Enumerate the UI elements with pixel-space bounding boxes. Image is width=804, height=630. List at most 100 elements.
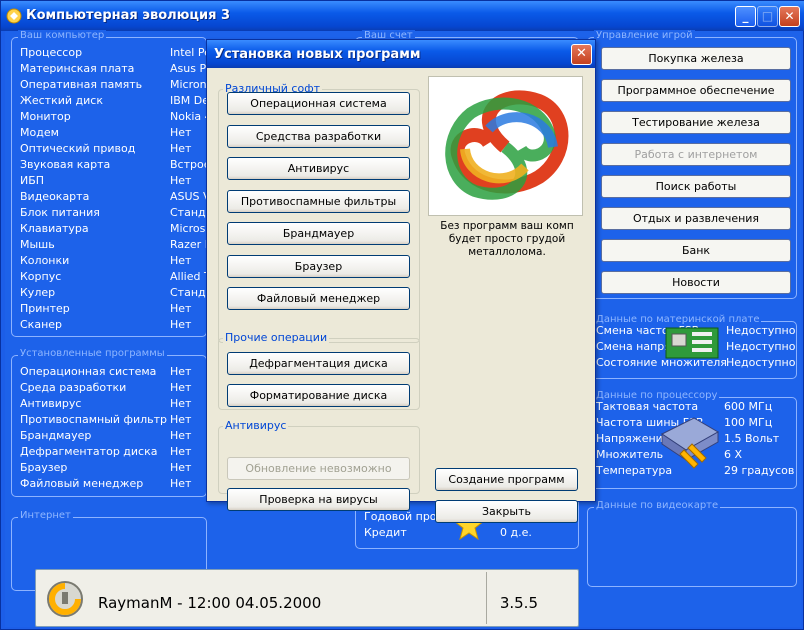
soft-install-button[interactable]: Файловый менеджер bbox=[227, 287, 410, 310]
computer-key: Процессор bbox=[20, 46, 83, 59]
cpu-value: 6 X bbox=[724, 448, 743, 461]
antivirus-fieldset-label: Антивирус bbox=[223, 419, 289, 432]
control-button[interactable]: Работа с интернетом bbox=[601, 143, 791, 166]
computer-value: Нет bbox=[170, 254, 192, 267]
soft-install-button[interactable]: Брандмауер bbox=[227, 222, 410, 245]
computer-key: Клавиатура bbox=[20, 222, 89, 235]
finance-value: 0 д.е. bbox=[500, 526, 532, 539]
installed-value: Нет bbox=[170, 429, 192, 442]
title-bar[interactable]: Компьютерная эволюция 3 _ □ ✕ bbox=[1, 1, 804, 31]
status-player-time: RaymanM - 12:00 04.05.2000 bbox=[98, 594, 322, 612]
maximize-button[interactable]: □ bbox=[757, 6, 778, 27]
cpu-value: 100 МГц bbox=[724, 416, 773, 429]
computer-key: Материнская плата bbox=[20, 62, 135, 75]
dialog-title-bar[interactable]: Установка новых программ ✕ bbox=[207, 40, 595, 68]
computer-key: ИБП bbox=[20, 174, 45, 187]
computer-key: Корпус bbox=[20, 270, 62, 283]
installed-value: Нет bbox=[170, 413, 192, 426]
computer-value: Нет bbox=[170, 302, 192, 315]
computer-key: Колонки bbox=[20, 254, 70, 267]
installed-value: Нет bbox=[170, 477, 192, 490]
installed-key: Дефрагментатор диска bbox=[20, 445, 158, 458]
computer-key: Принтер bbox=[20, 302, 70, 315]
cpu-group: Данные по процессору Тактовая частота 600… bbox=[587, 390, 797, 489]
computer-key: Сканер bbox=[20, 318, 63, 331]
control-button[interactable]: Банк bbox=[601, 239, 791, 262]
window-title: Компьютерная эволюция 3 bbox=[26, 8, 230, 23]
installed-value: Нет bbox=[170, 445, 192, 458]
other-operation-button[interactable]: Форматирование диска bbox=[227, 384, 410, 407]
soft-install-button[interactable]: Антивирус bbox=[227, 157, 410, 180]
motherboard-value: Недоступно bbox=[726, 356, 796, 369]
internet-group-label: Интернет bbox=[18, 510, 73, 521]
video-group: Данные по видеокарте bbox=[587, 500, 797, 587]
computer-value: Нет bbox=[170, 318, 192, 331]
minimize-button[interactable]: _ bbox=[735, 6, 756, 27]
installed-key: Антивирус bbox=[20, 397, 82, 410]
control-group-label: Управление игрой bbox=[594, 30, 695, 41]
cpu-icon bbox=[661, 417, 720, 469]
version-label: 3.5.5 bbox=[499, 594, 538, 612]
computer-group-label: Ваш компьютер bbox=[18, 30, 107, 41]
installed-key: Брандмауер bbox=[20, 429, 92, 442]
installed-group: Установленные программы Операционная сис… bbox=[11, 348, 207, 497]
status-bar: RaymanM - 12:00 04.05.2000 3.5.5 bbox=[35, 569, 579, 627]
antivirus-update-button[interactable]: Обновление невозможно bbox=[227, 457, 410, 480]
computer-key: Монитор bbox=[20, 110, 71, 123]
installed-key: Браузер bbox=[20, 461, 68, 474]
control-button[interactable]: Поиск работы bbox=[601, 175, 791, 198]
control-button[interactable]: Программное обеспечение bbox=[601, 79, 791, 102]
motherboard-group: Данные по материнской плате Смена частот… bbox=[587, 314, 797, 379]
computer-key: Оптический привод bbox=[20, 142, 136, 155]
virus-scan-button[interactable]: Проверка на вирусы bbox=[227, 488, 410, 511]
computer-group: Ваш компьютер Процессор Intel Pen Материнс… bbox=[11, 30, 221, 337]
dialog-close-button[interactable]: Закрыть bbox=[435, 500, 578, 523]
computer-key: Оперативная память bbox=[20, 78, 143, 91]
swirl-icon bbox=[445, 90, 569, 200]
computer-value: Нет bbox=[170, 126, 192, 139]
description-text: Без программ ваш комп будет просто грудо… bbox=[440, 220, 574, 258]
installed-value: Нет bbox=[170, 381, 192, 394]
dialog-close-icon[interactable]: ✕ bbox=[571, 44, 592, 65]
control-button[interactable]: Отдых и развлечения bbox=[601, 207, 791, 230]
logo-icon bbox=[47, 581, 83, 617]
other-fieldset-label: Прочие операции bbox=[223, 331, 330, 344]
computer-key: Видеокарта bbox=[20, 190, 90, 203]
dialog-title: Установка новых программ bbox=[214, 47, 421, 62]
installed-value: Нет bbox=[170, 461, 192, 474]
control-button[interactable]: Новости bbox=[601, 271, 791, 294]
cpu-value: 1.5 Вольт bbox=[724, 432, 780, 445]
soft-install-button[interactable]: Браузер bbox=[227, 254, 410, 278]
computer-value: ASUS V bbox=[170, 190, 211, 203]
installed-key: Среда разработки bbox=[20, 381, 127, 394]
control-button[interactable]: Покупка железа bbox=[601, 47, 791, 70]
control-button[interactable]: Тестирование железа bbox=[601, 111, 791, 134]
software-logo-image bbox=[428, 76, 583, 216]
create-programs-button[interactable]: Создание программ bbox=[435, 468, 578, 491]
computer-key: Звуковая карта bbox=[20, 158, 111, 171]
other-operation-button[interactable]: Дефрагментация диска bbox=[227, 352, 410, 375]
installed-key: Файловый менеджер bbox=[20, 477, 144, 490]
computer-key: Мышь bbox=[20, 238, 55, 251]
cpu-value: 29 градусов bbox=[724, 464, 795, 477]
installed-value: Нет bbox=[170, 397, 192, 410]
video-group-label: Данные по видеокарте bbox=[594, 500, 721, 511]
soft-install-button[interactable]: Противоспамные фильтры bbox=[227, 189, 410, 213]
soft-install-button[interactable]: Операционная система bbox=[227, 92, 410, 115]
installed-key: Противоспамный фильтр bbox=[20, 413, 168, 426]
computer-value: Нет bbox=[170, 142, 192, 155]
computer-key: Кулер bbox=[20, 286, 56, 299]
computer-key: Модем bbox=[20, 126, 59, 139]
app-icon bbox=[6, 8, 22, 24]
installed-key: Операционная система bbox=[20, 365, 157, 378]
installed-group-label: Установленные программы bbox=[18, 348, 167, 359]
motherboard-value: Недоступно bbox=[726, 340, 796, 353]
close-button[interactable]: ✕ bbox=[779, 6, 800, 27]
dialog-body: Различный софт Операционная система Средс… bbox=[210, 68, 592, 523]
installed-value: Нет bbox=[170, 365, 192, 378]
soft-install-button[interactable]: Средства разработки bbox=[227, 124, 410, 148]
computer-key: Блок питания bbox=[20, 206, 100, 219]
computer-key: Жесткий диск bbox=[20, 94, 103, 107]
computer-value: Нет bbox=[170, 174, 192, 187]
install-programs-dialog: Установка новых программ ✕ Различный соф… bbox=[206, 39, 596, 523]
